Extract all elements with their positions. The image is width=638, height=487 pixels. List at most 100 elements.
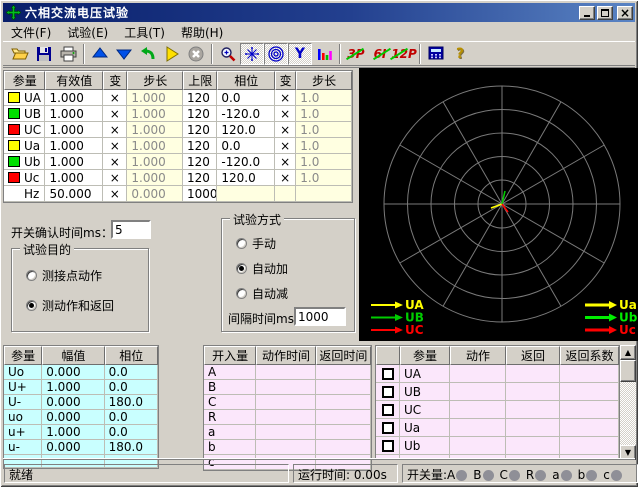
- save-file-button[interactable]: [32, 43, 56, 65]
- var-cell[interactable]: ×: [103, 90, 127, 106]
- menu-test[interactable]: 试验(E): [59, 23, 116, 42]
- var-cell[interactable]: ×: [103, 186, 127, 202]
- var2-cell[interactable]: ×: [275, 170, 296, 186]
- limit-cell[interactable]: 120: [183, 106, 217, 122]
- open-file-button[interactable]: [8, 43, 32, 65]
- checkbox[interactable]: [382, 440, 394, 452]
- phase-cell[interactable]: [217, 186, 275, 202]
- limit-cell[interactable]: 1000: [183, 186, 217, 202]
- bar-chart-button[interactable]: [312, 43, 336, 65]
- var2-cell[interactable]: ×: [275, 138, 296, 154]
- radio-manual[interactable]: 手动: [236, 235, 276, 252]
- var2-cell[interactable]: ×: [275, 154, 296, 170]
- di-action-time: [256, 425, 315, 440]
- step-cell[interactable]: 1.000: [127, 138, 183, 154]
- var-cell[interactable]: ×: [103, 122, 127, 138]
- menu-tools[interactable]: 工具(T): [116, 23, 173, 42]
- scroll-thumb[interactable]: [620, 360, 636, 382]
- var-cell[interactable]: ×: [103, 106, 127, 122]
- rms-cell[interactable]: 1.000: [45, 154, 103, 170]
- scroll-up-button[interactable]: ▲: [620, 345, 636, 360]
- step2-cell[interactable]: 1.0: [296, 90, 352, 106]
- var2-cell[interactable]: ×: [275, 90, 296, 106]
- interval-input[interactable]: [294, 307, 346, 326]
- var2-cell[interactable]: ×: [275, 106, 296, 122]
- phase-cell[interactable]: 120.0: [217, 170, 275, 186]
- radio-auto-decrease[interactable]: 自动减: [236, 285, 288, 302]
- step-up-button[interactable]: [88, 43, 112, 65]
- checkbox[interactable]: [382, 404, 394, 416]
- step-cell[interactable]: 1.000: [127, 122, 183, 138]
- rms-cell[interactable]: 1.000: [45, 90, 103, 106]
- param-row-Ub: Ub 1.000 × 1.000 120 -120.0 × 1.0: [4, 154, 352, 170]
- step-cell[interactable]: 1.000: [127, 106, 183, 122]
- step-cell[interactable]: 0.000: [127, 186, 183, 202]
- di-row: C: [204, 395, 371, 410]
- scroll-down-button[interactable]: ▼: [620, 445, 636, 460]
- step-cell[interactable]: 1.000: [127, 154, 183, 170]
- stop-test-button[interactable]: [184, 43, 208, 65]
- mode-6i-button[interactable]: 6I: [368, 43, 392, 65]
- phase-cell[interactable]: -120.0: [217, 106, 275, 122]
- vector-y-button[interactable]: Y: [288, 43, 312, 65]
- zoom-button[interactable]: [216, 43, 240, 65]
- rms-cell[interactable]: 1.000: [45, 170, 103, 186]
- var2-cell[interactable]: [275, 186, 296, 202]
- undo-button[interactable]: [136, 43, 160, 65]
- step2-cell[interactable]: 1.0: [296, 170, 352, 186]
- step2-cell[interactable]: [296, 186, 352, 202]
- phase-cell[interactable]: 0.0: [217, 138, 275, 154]
- close-icon: ×: [620, 8, 630, 18]
- undo-icon: [140, 46, 156, 62]
- step-down-button[interactable]: [112, 43, 136, 65]
- limit-cell[interactable]: 120: [183, 90, 217, 106]
- rms-cell[interactable]: 1.000: [45, 122, 103, 138]
- step2-cell[interactable]: 1.0: [296, 106, 352, 122]
- limit-cell[interactable]: 120: [183, 122, 217, 138]
- print-button[interactable]: [56, 43, 80, 65]
- help-button[interactable]: ?: [448, 43, 472, 65]
- phase-cell[interactable]: -120.0: [217, 154, 275, 170]
- close-button[interactable]: ×: [617, 6, 633, 20]
- rms-cell[interactable]: 1.000: [45, 106, 103, 122]
- color-swatch: [8, 140, 20, 151]
- param-row-UC: UC 1.000 × 1.000 120 120.0 × 1.0: [4, 122, 352, 138]
- col-header-step: 步长: [127, 71, 183, 90]
- radio-contact-action[interactable]: 测接点动作: [26, 267, 102, 284]
- checkbox[interactable]: [382, 368, 394, 380]
- calculator-button[interactable]: [424, 43, 448, 65]
- maximize-button[interactable]: [597, 6, 613, 20]
- trace-circles-button[interactable]: [264, 43, 288, 65]
- var-cell[interactable]: ×: [103, 170, 127, 186]
- step-cell[interactable]: 1.000: [127, 170, 183, 186]
- checkbox[interactable]: [382, 422, 394, 434]
- limit-cell[interactable]: 120: [183, 170, 217, 186]
- minimize-button[interactable]: [579, 6, 595, 20]
- mode-3p-button[interactable]: 3P: [344, 43, 368, 65]
- var-cell[interactable]: ×: [103, 138, 127, 154]
- phasor-star-button[interactable]: [240, 43, 264, 65]
- color-swatch: [8, 92, 20, 103]
- phase-cell[interactable]: 0.0: [217, 90, 275, 106]
- rms-cell[interactable]: 50.000: [45, 186, 103, 202]
- limit-cell[interactable]: 120: [183, 154, 217, 170]
- switch-confirm-input[interactable]: [111, 220, 151, 239]
- radio-action-return[interactable]: 测动作和返回: [26, 297, 114, 314]
- menu-file[interactable]: 文件(F): [3, 23, 59, 42]
- checkbox[interactable]: [382, 386, 394, 398]
- var-cell[interactable]: ×: [103, 154, 127, 170]
- result-table-scrollbar[interactable]: ▲ ▼: [620, 345, 636, 460]
- step2-cell[interactable]: 1.0: [296, 154, 352, 170]
- var2-cell[interactable]: ×: [275, 122, 296, 138]
- start-test-button[interactable]: [160, 43, 184, 65]
- step-cell[interactable]: 1.000: [127, 90, 183, 106]
- step2-cell[interactable]: 1.0: [296, 138, 352, 154]
- step2-cell[interactable]: 1.0: [296, 122, 352, 138]
- limit-cell[interactable]: 120: [183, 138, 217, 154]
- menu-help[interactable]: 帮助(H): [173, 23, 231, 42]
- status-ready: 就绪: [4, 464, 289, 483]
- mode-12p-button[interactable]: 12P: [392, 43, 416, 65]
- rms-cell[interactable]: 1.000: [45, 138, 103, 154]
- phase-cell[interactable]: 120.0: [217, 122, 275, 138]
- radio-auto-increase[interactable]: 自动加: [236, 260, 288, 277]
